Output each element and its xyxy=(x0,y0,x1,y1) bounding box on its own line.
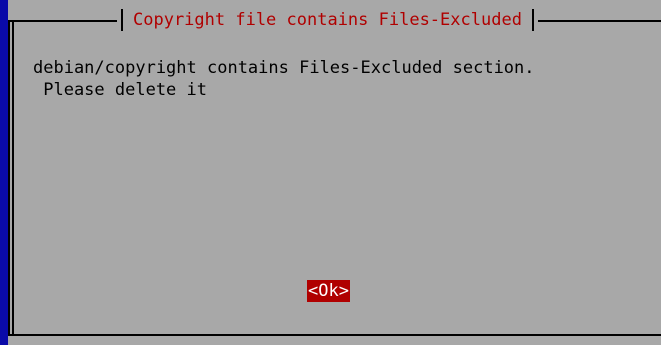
terminal-backdrop xyxy=(0,0,8,345)
dialog-message: debian/copyright contains Files-Excluded… xyxy=(33,57,535,101)
message-line-1: debian/copyright contains Files-Excluded… xyxy=(33,58,535,78)
dialog-title: Copyright file contains Files-Excluded xyxy=(133,10,522,30)
title-right-tick xyxy=(531,9,534,31)
message-line-2: Please delete it xyxy=(33,80,207,100)
dialog-title-bar: Copyright file contains Files-Excluded xyxy=(117,8,538,32)
dialog-frame-inner-line xyxy=(12,20,14,336)
ok-button[interactable]: <Ok> xyxy=(307,280,350,302)
